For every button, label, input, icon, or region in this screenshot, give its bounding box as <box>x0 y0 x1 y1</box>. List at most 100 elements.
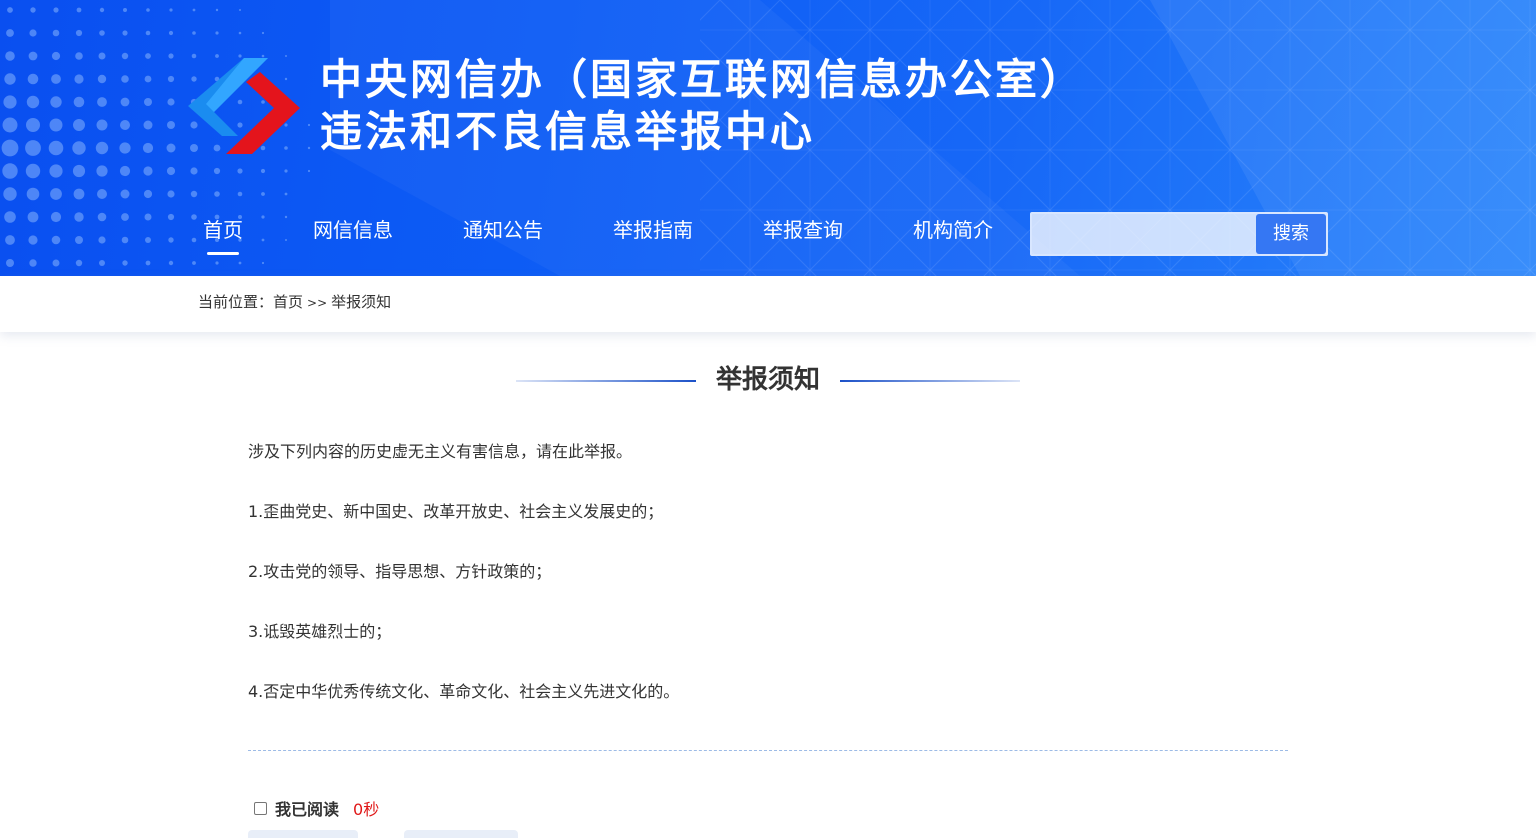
decor-dot <box>190 167 198 175</box>
decor-dot <box>75 29 83 37</box>
decor-dot <box>4 73 16 85</box>
decor-dot <box>121 75 129 83</box>
decor-dot <box>6 29 14 37</box>
decor-dot <box>215 8 219 12</box>
site-title-line2: 违法和不良信息举报中心 <box>320 107 816 156</box>
read-confirm-checkbox[interactable] <box>254 801 267 815</box>
decor-dot <box>167 98 175 106</box>
decor-dot <box>26 95 40 109</box>
search-button[interactable]: 搜索 <box>1256 214 1326 254</box>
decor-dot <box>285 55 287 57</box>
notice-item: 4.否定中华优秀传统文化、革命文化、社会主义先进文化的。 <box>248 678 1288 738</box>
page-title: 举报须知 <box>715 365 820 395</box>
breadcrumb-home-link[interactable]: 首页 <box>273 293 303 311</box>
decor-dot <box>28 51 38 61</box>
decor-dot <box>48 140 64 156</box>
decor-dot <box>3 95 17 109</box>
read-confirm-label[interactable]: 我已阅读 <box>275 800 339 819</box>
action-button-partial[interactable] <box>248 830 358 838</box>
decor-dot <box>119 142 131 154</box>
decor-dot <box>144 75 152 83</box>
read-countdown-timer: 0秒 <box>353 800 380 819</box>
decor-dot <box>284 192 288 196</box>
decor-dot <box>7 7 13 13</box>
decor-dot <box>123 8 127 12</box>
decor-dot <box>50 96 62 108</box>
decor-dot <box>145 260 151 266</box>
notice-item-number: 1. <box>248 502 264 521</box>
breadcrumb: 当前位置：首页 >> 举报须知 <box>198 291 391 312</box>
decor-dot <box>261 192 265 196</box>
decor-dot <box>192 261 196 265</box>
decor-dot <box>99 7 105 13</box>
decor-dot <box>51 74 61 84</box>
nav-item-notices[interactable]: 通知公告 <box>463 208 543 252</box>
decor-dot <box>122 30 128 36</box>
decor-dot <box>52 259 60 267</box>
decor-dot <box>73 119 85 131</box>
decor-dot <box>97 97 107 107</box>
notice-item-number: 3. <box>248 622 264 641</box>
notice-item-text: 诋毁英雄烈士的； <box>263 622 392 641</box>
decor-dot <box>120 189 130 199</box>
decor-dot <box>26 118 40 132</box>
decor-dot <box>95 141 109 155</box>
read-confirm-row: 我已阅读 0秒 <box>254 796 379 822</box>
decor-dot <box>166 143 176 153</box>
nav-item-cyber-info[interactable]: 网信信息 <box>313 208 393 252</box>
decor-dot <box>143 120 153 130</box>
decor-dot <box>50 188 62 200</box>
decor-dot <box>120 97 130 107</box>
decor-dot <box>215 31 219 35</box>
decor-dot <box>1 139 19 157</box>
decor-dot <box>99 30 105 36</box>
decor-dot <box>145 53 151 59</box>
search-input[interactable] <box>1032 214 1256 254</box>
notice-item-text: 攻击党的领导、指导思想、方针政策的； <box>263 562 552 581</box>
decor-dot <box>167 190 175 198</box>
breadcrumb-bar: 当前位置：首页 >> 举报须知 <box>0 276 1536 332</box>
notice-item: 2.攻击党的领导、指导思想、方针政策的； <box>248 558 1288 618</box>
site-logo <box>188 58 300 154</box>
decor-dot <box>27 73 39 85</box>
decor-dot <box>143 166 153 176</box>
decor-dot <box>261 54 265 58</box>
decor-dot <box>307 169 311 173</box>
decor-dot <box>26 187 40 201</box>
breadcrumb-current: 举报须知 <box>331 293 392 311</box>
decor-dot <box>307 123 311 127</box>
decor-dot <box>25 140 41 156</box>
notice-item-number: 2. <box>248 562 264 581</box>
decor-dot <box>168 53 174 59</box>
decor-dot <box>49 164 63 178</box>
decor-dot <box>190 190 198 198</box>
decor-dot <box>239 9 241 11</box>
decor-dot <box>72 164 86 178</box>
decor-dot <box>74 74 84 84</box>
nav-item-about[interactable]: 机构简介 <box>913 208 993 252</box>
site-title: 中央网信办（国家互联网信息办公室） 违法和不良信息举报中心 <box>320 54 1085 158</box>
decor-dot <box>192 8 196 12</box>
search-box: 搜索 <box>1030 212 1328 256</box>
decor-dot <box>237 168 243 174</box>
decor-dot <box>167 121 175 129</box>
decor-dot <box>96 119 108 131</box>
decor-dot <box>145 30 151 36</box>
decor-dot <box>121 52 129 60</box>
title-decor-line-right <box>840 380 1020 382</box>
decor-dot <box>49 118 63 132</box>
decor-dot <box>169 8 173 12</box>
nav-item-report-guide[interactable]: 举报指南 <box>613 208 693 252</box>
decor-dot <box>2 163 18 179</box>
nav-item-home[interactable]: 首页 <box>203 208 243 255</box>
decor-dot <box>213 167 221 175</box>
nav-item-report-query[interactable]: 举报查询 <box>763 208 843 252</box>
decor-dot <box>73 188 85 200</box>
breadcrumb-separator: >> <box>307 296 328 310</box>
decor-dot <box>29 259 37 267</box>
decor-dot <box>238 261 242 265</box>
decor-dot <box>122 260 128 266</box>
decor-dot <box>238 31 242 35</box>
action-button-partial[interactable] <box>404 830 518 838</box>
decor-dot <box>53 7 59 13</box>
